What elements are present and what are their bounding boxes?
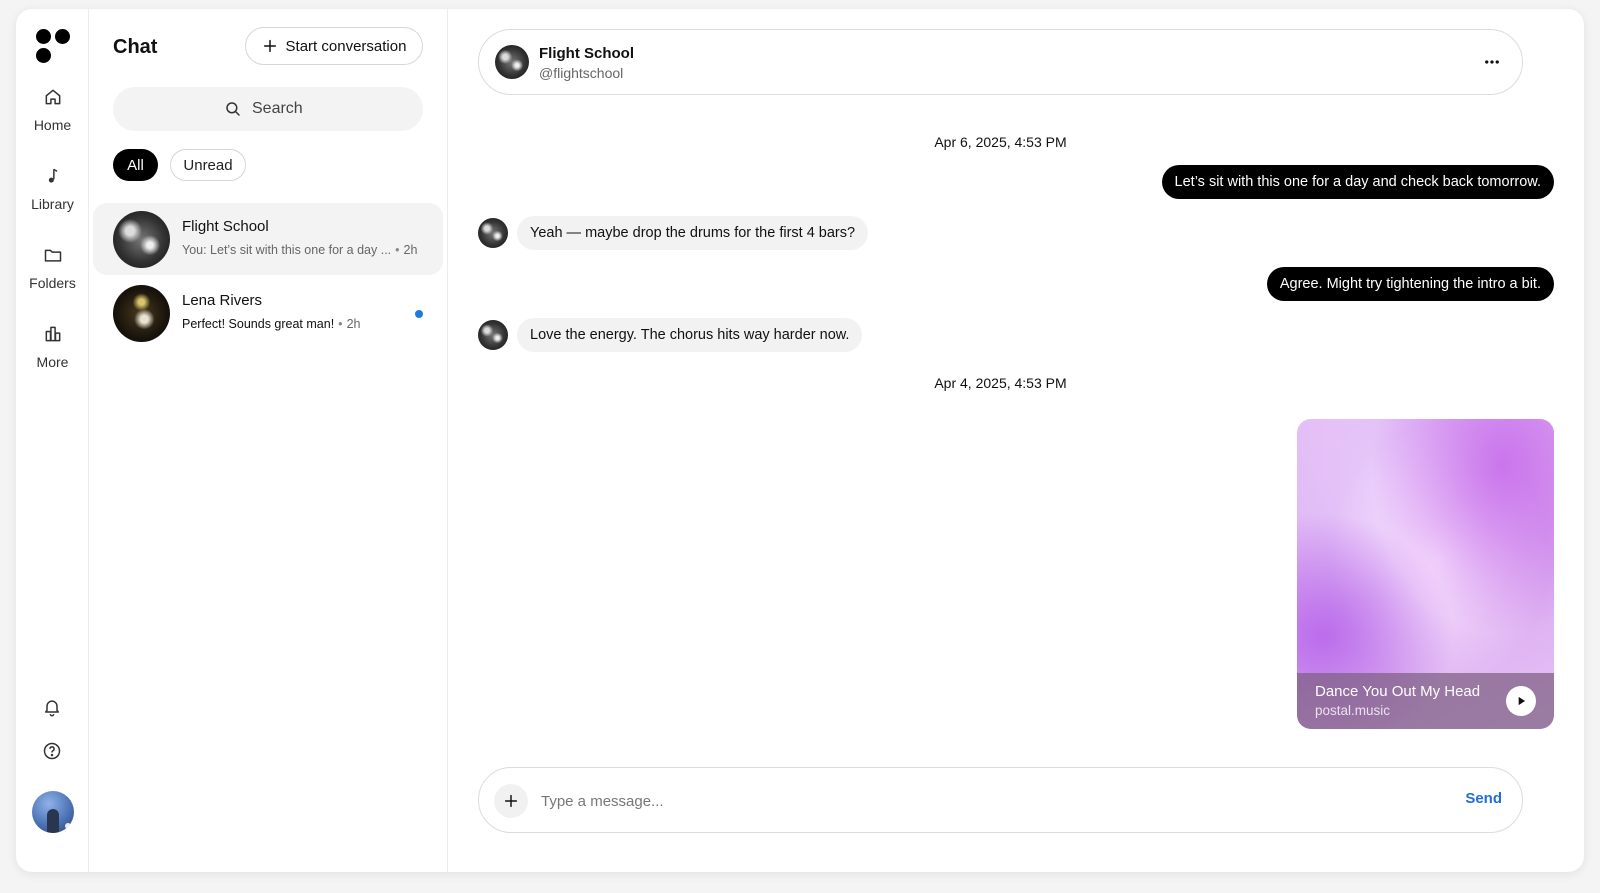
play-button[interactable] (1506, 686, 1536, 716)
conversation-list-panel: Chat Start conversation All Unread Fligh… (89, 9, 448, 872)
search-bar[interactable] (113, 87, 423, 131)
attach-button[interactable] (494, 784, 528, 818)
plus-icon (263, 39, 276, 53)
message-bubble-outgoing: Agree. Might try tightening the intro a … (1266, 267, 1554, 301)
search-icon (226, 102, 240, 116)
conversation-item-flight-school[interactable]: Flight School You: Let’s sit with this o… (93, 203, 443, 275)
chat-options-button[interactable] (1480, 50, 1504, 74)
nav-more[interactable]: More (16, 324, 89, 370)
home-icon (45, 89, 60, 105)
conversation-name: Lena Rivers (182, 292, 263, 309)
conversation-preview-text: You: Let’s sit with this one for a day .… (182, 243, 392, 257)
search-input[interactable] (252, 100, 312, 118)
music-note-icon (48, 168, 57, 183)
conversation-preview: Perfect! Sounds great man! • 2h (182, 317, 361, 331)
nav-folders[interactable]: Folders (16, 245, 89, 291)
filter-unread-chip[interactable]: Unread (170, 149, 246, 181)
shared-track-card[interactable]: Dance You Out My Head postal.music (1297, 419, 1554, 729)
more-horizontal-icon (1485, 60, 1499, 64)
chat-header: Flight School @flightschool (478, 29, 1523, 95)
track-title: Dance You Out My Head (1315, 683, 1481, 700)
track-source: postal.music (1315, 703, 1391, 718)
conversation-avatar (113, 210, 170, 268)
message-bubble-incoming: Love the energy. The chorus hits way har… (517, 318, 863, 352)
plus-icon (504, 794, 518, 808)
chat-contact-handle: @flightschool (539, 65, 624, 81)
conversation-name: Flight School (182, 218, 269, 235)
message-bubble-incoming: Yeah — maybe drop the drums for the firs… (517, 216, 869, 250)
help-icon[interactable] (42, 741, 62, 761)
bell-icon[interactable] (42, 697, 62, 717)
nav-home-label: Home (33, 117, 72, 133)
message-bubble-outgoing: Let’s sit with this one for a day and ch… (1161, 165, 1554, 199)
chat-contact-name[interactable]: Flight School (539, 45, 634, 62)
folder-icon (44, 249, 61, 262)
conversation-avatar (113, 284, 170, 342)
message-avatar (478, 320, 508, 350)
conversation-preview-text: Perfect! Sounds great man! (182, 317, 335, 331)
message-timestamp: Apr 4, 2025, 4:53 PM (934, 375, 1067, 391)
message-timestamp: Apr 6, 2025, 4:53 PM (934, 134, 1067, 150)
conversation-preview: You: Let’s sit with this one for a day .… (182, 243, 418, 257)
unread-indicator (415, 310, 423, 318)
filter-all-chip[interactable]: All (113, 149, 158, 181)
list-title: Chat (113, 36, 158, 58)
left-rail: Home Library Folders More (16, 9, 89, 872)
nav-library[interactable]: Library (16, 166, 89, 212)
play-icon (1518, 696, 1526, 706)
message-input[interactable] (541, 788, 1421, 814)
conversation-time: 2h (346, 317, 361, 331)
chat-pane: Flight School @flightschool Apr 6, 2025,… (448, 9, 1584, 872)
track-card-footer: Dance You Out My Head postal.music (1297, 673, 1554, 729)
message-composer: Send (478, 767, 1523, 833)
chat-avatar[interactable] (495, 45, 529, 79)
user-avatar[interactable] (32, 791, 74, 833)
message-avatar (478, 218, 508, 248)
conversation-time: 2h (403, 243, 418, 257)
start-conversation-button[interactable]: Start conversation (245, 27, 423, 65)
nav-home[interactable]: Home (16, 87, 89, 133)
more-grid-icon (45, 326, 60, 342)
nav-more-label: More (36, 354, 69, 370)
conversation-item-lena-rivers[interactable]: Lena Rivers Perfect! Sounds great man! • 2… (93, 277, 443, 349)
app-window: Home Library Folders More Chat Start con… (16, 9, 1584, 872)
start-conversation-label: Start conversation (285, 37, 407, 55)
app-logo[interactable] (36, 29, 72, 65)
nav-library-label: Library (31, 196, 74, 212)
nav-folders-label: Folders (29, 275, 76, 291)
send-button[interactable]: Send (1465, 790, 1502, 807)
